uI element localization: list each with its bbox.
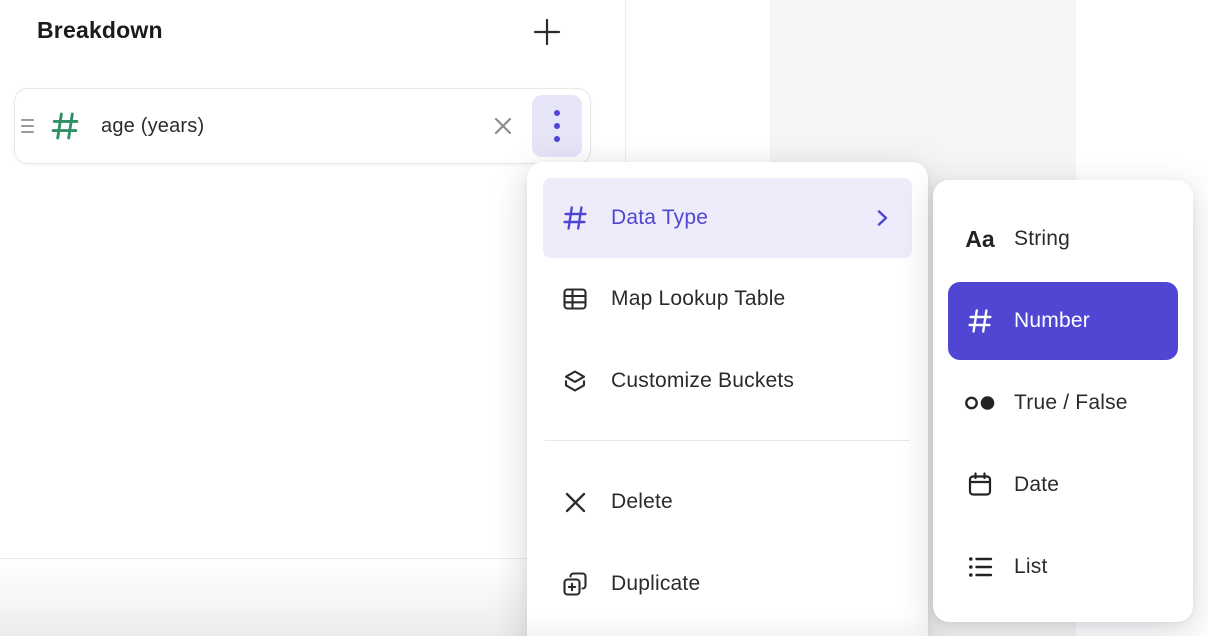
text-case-icon: Aa [964,226,996,253]
layers-icon [561,367,589,395]
field-more-button[interactable] [532,95,582,157]
menu-item-data-type[interactable]: Data Type [543,178,912,258]
field-label: age (years) [101,115,204,138]
close-icon [490,113,516,139]
field-context-menu: Data Type Map Lookup Table Customize Buc… [527,162,928,636]
chevron-right-icon [870,206,894,230]
menu-item-delete[interactable]: Delete [543,461,912,543]
menu-item-duplicate[interactable]: Duplicate [543,543,912,625]
submenu-item-label: True / False [1014,391,1128,415]
hash-icon [561,204,589,232]
submenu-item-string[interactable]: Aa String [948,200,1178,278]
submenu-item-list[interactable]: List [948,528,1178,606]
submenu-item-label: Date [1014,473,1059,497]
plus-icon [532,17,562,47]
hash-icon [49,110,81,142]
submenu-item-label: List [1014,555,1047,579]
menu-divider [545,440,910,441]
submenu-item-label: String [1014,227,1070,251]
copy-plus-icon [561,570,589,598]
menu-item-label: Duplicate [611,572,700,596]
data-type-submenu: Aa String Number True / False [933,180,1193,622]
x-icon [561,489,589,516]
menu-item-label: Data Type [611,206,708,230]
page-title: Breakdown [37,17,163,44]
menu-item-customize-buckets[interactable]: Customize Buckets [543,340,912,422]
menu-item-map-lookup-table[interactable]: Map Lookup Table [543,258,912,340]
list-icon [964,554,996,580]
menu-item-label: Map Lookup Table [611,287,785,311]
remove-field-button[interactable] [486,109,520,143]
submenu-item-number[interactable]: Number [948,282,1178,360]
submenu-item-label: Number [1014,309,1090,333]
kebab-menu-icon [554,110,560,116]
menu-item-label: Delete [611,490,673,514]
boolean-icon [964,394,996,412]
menu-item-label: Customize Buckets [611,369,794,393]
table-icon [561,285,589,313]
breakdown-field-card[interactable]: age (years) [14,88,591,164]
submenu-item-date[interactable]: Date [948,446,1178,524]
submenu-item-true-false[interactable]: True / False [948,364,1178,442]
calendar-icon [964,471,996,499]
hash-icon [964,307,996,335]
add-breakdown-button[interactable] [529,13,565,51]
drag-handle-icon[interactable] [21,119,37,133]
